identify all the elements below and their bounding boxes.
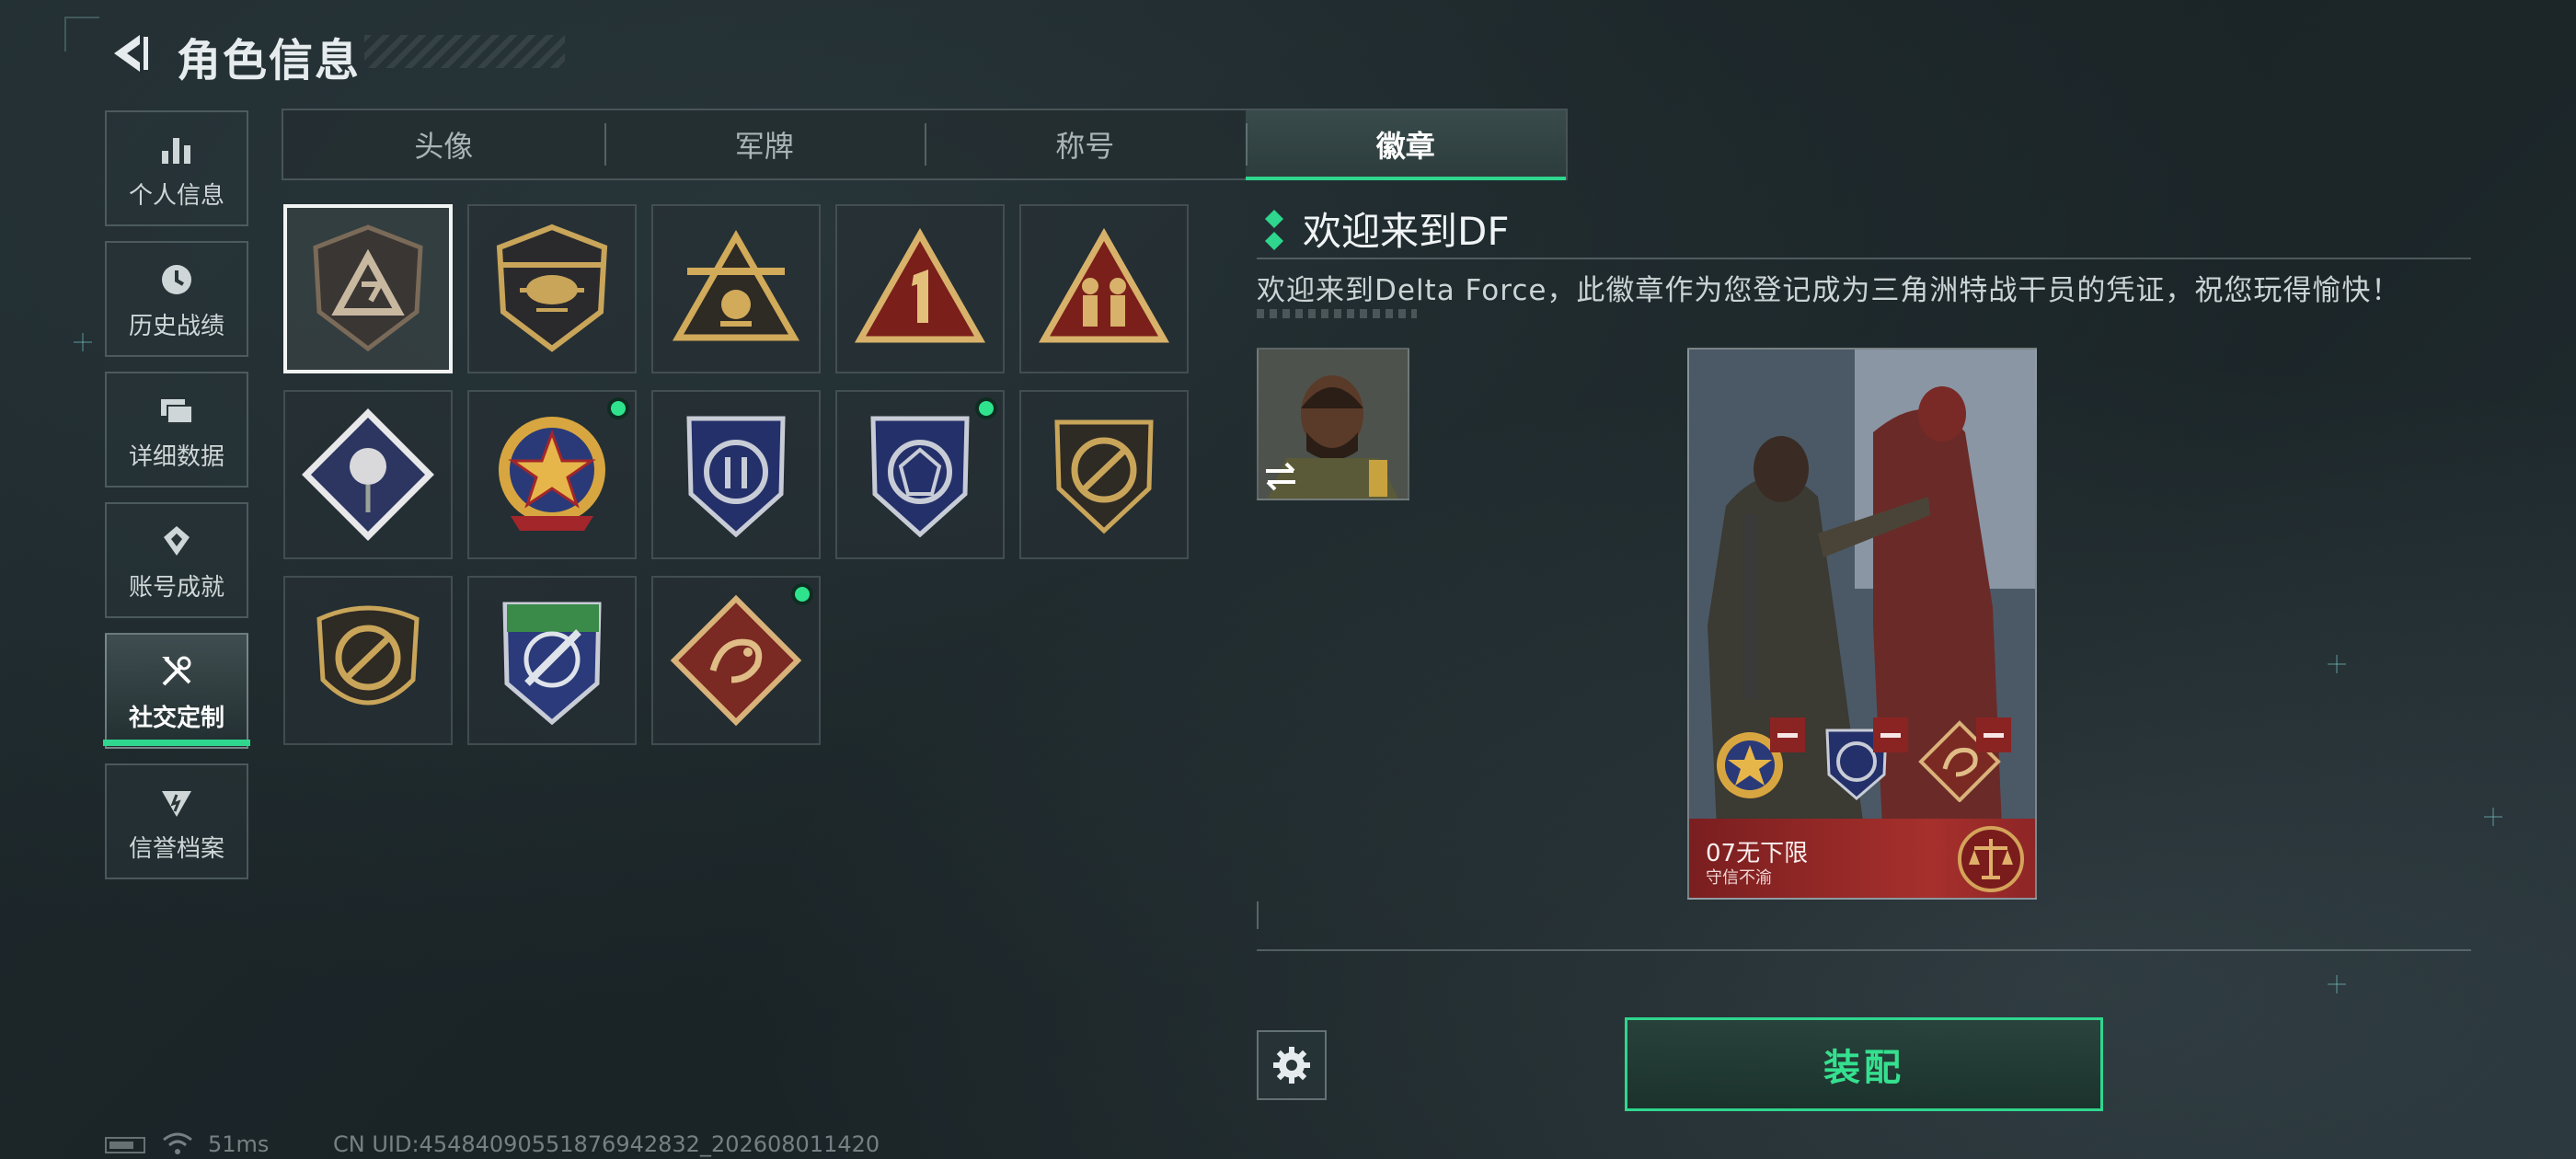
divider [1257,949,2471,951]
player-card-preview: 07无下限 守信不渝 [1687,348,2037,900]
tools-icon [155,649,199,694]
badge-no-rifle-shield[interactable] [1019,390,1189,559]
sidebar-item-history[interactable]: 历史战绩 [105,241,248,357]
background-crosshair [2484,808,2502,826]
sidebar-item-label: 详细数据 [128,442,224,471]
s9-triangle-badge-icon [672,229,800,341]
tab-badge[interactable]: 徽章 [1245,110,1566,180]
swap-icon[interactable] [1262,460,1299,493]
sidebar-item-achievements[interactable]: 账号成就 [105,502,248,618]
sidebar-item-social-custom[interactable]: 社交定制 [105,633,248,749]
title-diamond-icon [1265,210,1283,250]
badge-s9-triangle[interactable] [651,204,821,373]
back-button[interactable] [103,26,158,81]
player-motto: 守信不渝 [1706,868,1772,888]
badge-no-rifle-round[interactable] [283,576,453,745]
settings-button[interactable] [1257,1030,1327,1100]
reputation-icon [155,780,199,824]
background-crosshair [74,333,92,351]
badge-name: 欢迎来到DF [1303,209,1510,254]
blue-shield-arrow-badge-icon [686,416,786,538]
dragon-diamond-badge-icon [670,594,802,727]
new-badge-indicator [975,397,997,419]
delta-triangle-badge-icon [313,224,423,352]
tab-label: 军牌 [734,129,794,164]
background-crosshair [2328,975,2346,993]
badge-rose-diamond[interactable] [283,390,453,559]
back-arrow-icon [114,35,148,72]
new-badge-indicator [791,583,813,605]
battery-icon [105,1137,145,1153]
tab-label: 头像 [414,129,474,164]
badge-blue-shield-arrow[interactable] [651,390,821,559]
sidebar-active-indicator [103,740,250,746]
no-rifle-shield-badge-icon [1054,419,1154,534]
number-one-badge-icon [854,227,986,343]
bar-chart-icon [155,127,199,171]
badge-blue-crosshair-knife[interactable] [467,576,637,745]
operators-artwork [1689,350,2035,898]
sidebar-item-label: 账号成就 [128,573,224,602]
rose-diamond-badge-icon [302,408,434,541]
player-name: 07无下限 [1706,840,1809,867]
sidebar-item-personal-info[interactable]: 个人信息 [105,110,248,226]
tab-avatar[interactable]: 头像 [283,110,604,178]
blue-shield-gem-badge-icon [870,416,970,538]
gear-icon [1273,1047,1310,1084]
remove-badge-button[interactable] [1976,717,2011,752]
tab-label: 称号 [1055,129,1115,164]
remove-badge-button[interactable] [1770,717,1805,752]
equip-button-label: 装配 [1823,1047,1904,1089]
remove-badge-button[interactable] [1873,717,1908,752]
sidebar-item-label: 历史战绩 [128,312,224,340]
tab-label: 徽章 [1375,129,1435,164]
equipped-badge-slot-2[interactable] [1811,717,1908,802]
badge-soldiers-triangle[interactable] [1019,204,1189,373]
star-ring-badge-icon [499,417,605,531]
sidebar-item-label: 社交定制 [128,704,224,732]
description-decoration [1257,309,1417,318]
new-badge-indicator [607,397,629,419]
clock-icon [155,258,199,302]
tab-bar: 头像 军牌 称号 徽章 [282,109,1568,180]
sidebar-item-detailed-data[interactable]: 详细数据 [105,372,248,488]
background-crosshair [2328,655,2346,673]
equipped-badge-slot-3[interactable] [1914,717,2011,803]
page-title: 角色信息 [177,35,362,86]
no-rifle-round-badge-icon [316,605,420,706]
sidebar-item-label: 信誉档案 [128,834,224,863]
badge-description: 欢迎来到Delta Force，此徽章作为您登记成为三角洲特战干员的凭证，祝您玩… [1257,274,2401,307]
title-decoration [364,35,565,68]
divider [1257,258,2471,259]
badge-delta-triangle[interactable] [283,204,453,373]
tab-title[interactable]: 称号 [925,110,1246,178]
corner-decoration [64,17,99,52]
justice-scale-icon [1958,826,2024,892]
card-nameplate: 07无下限 守信不渝 [1689,819,2035,898]
wifi-icon [163,1132,192,1154]
badge-helicopter[interactable] [467,204,637,373]
ping-text: 51ms [208,1131,270,1157]
equip-button[interactable]: 装配 [1625,1017,2103,1111]
helicopter-badge-icon [496,224,608,352]
uid-text: CN UID:454840905518769428​32_20260801142… [333,1131,880,1157]
blue-crosshair-knife-badge-icon [502,602,602,726]
sidebar-item-reputation[interactable]: 信誉档案 [105,763,248,879]
soldiers-triangle-badge-icon [1038,227,1170,343]
bracket-decoration [1257,901,1270,929]
tab-dog-tag[interactable]: 军牌 [604,110,926,178]
folders-icon [155,388,199,432]
badge-number-one[interactable] [835,204,1005,373]
equipped-badge-slot-1[interactable] [1708,717,1805,802]
achievement-icon [155,519,199,563]
sidebar-item-label: 个人信息 [128,181,224,210]
